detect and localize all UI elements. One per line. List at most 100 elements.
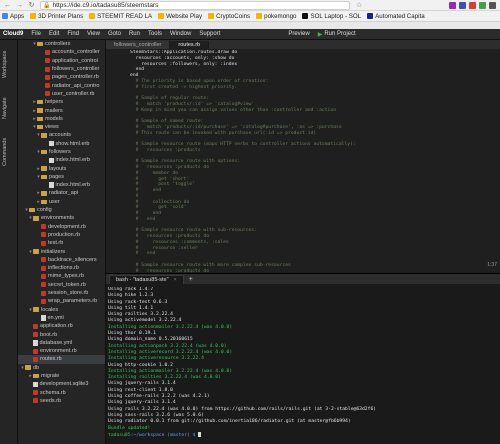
tree-item-label: index.html.erb <box>55 157 91 164</box>
bookmark-item[interactable]: Website Play <box>158 13 202 20</box>
extension-icon[interactable] <box>459 1 466 9</box>
tree-item[interactable]: index.html.erb <box>18 181 105 189</box>
play-icon: ▶ <box>317 31 323 38</box>
tree-item[interactable]: mime_types.rb <box>18 272 105 280</box>
menu-support[interactable]: Support <box>199 31 220 37</box>
tree-item[interactable]: user_controller.rb <box>18 90 105 98</box>
extension-icon[interactable] <box>449 1 456 9</box>
tree-item[interactable]: application_control <box>18 57 105 65</box>
tree-item[interactable]: ▸ radiator_api <box>18 189 105 197</box>
tree-item[interactable]: ▾ followers <box>18 148 105 156</box>
tree-item[interactable]: pages_controller.rb <box>18 73 105 81</box>
tab-navigate[interactable]: Navigate <box>2 90 16 126</box>
tree-item[interactable]: ▾ pages <box>18 173 105 181</box>
bookmark-item[interactable]: STEEMIT READ LA <box>89 13 152 20</box>
tree-item[interactable]: ▾ controllers <box>18 40 105 48</box>
menu-tools[interactable]: Tools <box>148 31 162 37</box>
tree-item[interactable]: secret_token.rb <box>18 281 105 289</box>
address-url[interactable]: https://ide.c9.io/tadasu85/steemstars <box>52 2 158 9</box>
tab-workspace[interactable]: Workspace <box>2 44 16 84</box>
ruby-file-icon <box>41 282 46 288</box>
bookmark-item[interactable]: Automated Capita <box>367 13 425 20</box>
tree-item[interactable]: production.rb <box>18 231 105 239</box>
extension-icons <box>449 1 496 9</box>
tree-item[interactable]: en.yml <box>18 314 105 322</box>
terminal-tab[interactable]: bash - "tadasu85-ste" × <box>109 275 184 284</box>
tree-item[interactable]: application.rb <box>18 322 105 330</box>
bookmark-item[interactable]: SOL Laptop - SOL <box>302 13 361 20</box>
tree-item[interactable]: ▾ environments <box>18 214 105 222</box>
editor-tab-active[interactable]: routes.rb <box>170 41 210 49</box>
menu-goto[interactable]: Goto <box>108 31 121 37</box>
menu-view[interactable]: View <box>87 31 100 37</box>
tree-item[interactable]: schema.rb <box>18 388 105 396</box>
bookmark-item[interactable]: CryptoCoins <box>208 13 250 20</box>
tab-commands[interactable]: Commands <box>2 132 16 172</box>
tree-item[interactable]: inflections.rb <box>18 264 105 272</box>
bookmark-item[interactable]: pokemongo <box>256 13 296 20</box>
folder-icon <box>37 116 43 122</box>
tree-item[interactable]: seeds.rb <box>18 397 105 405</box>
tree-item[interactable]: ▾ db <box>18 364 105 372</box>
extension-icon[interactable] <box>469 1 476 9</box>
bookmark-star-icon[interactable]: ☆ <box>356 1 362 9</box>
preview-button[interactable]: Preview <box>288 31 309 37</box>
forward-icon[interactable]: → <box>15 1 24 10</box>
tree-item[interactable]: development.rb <box>18 223 105 231</box>
tree-item[interactable]: followers_controller <box>18 65 105 73</box>
reload-icon[interactable]: ↻ <box>27 1 36 10</box>
menu-cloud9[interactable]: Cloud9 <box>3 31 23 37</box>
tree-item[interactable]: ▸ migrate <box>18 372 105 380</box>
tree-item[interactable]: environment.rb <box>18 347 105 355</box>
add-tab-icon[interactable]: + <box>189 275 193 284</box>
tree-item[interactable]: ▾ views <box>18 123 105 131</box>
menu-icon[interactable] <box>489 1 496 9</box>
tree-item[interactable]: ▾ accounts <box>18 131 105 139</box>
tree-item[interactable]: ▾ initializers <box>18 247 105 255</box>
tree-item[interactable]: ▾ locales <box>18 306 105 314</box>
code-token: # Keep in mind you can assign values oth… <box>130 107 337 113</box>
tree-item[interactable]: development.sqlite3 <box>18 380 105 388</box>
tree-item[interactable]: show.html.erb <box>18 140 105 148</box>
folder-icon <box>89 13 96 19</box>
tree-item[interactable]: ▾ config <box>18 206 105 214</box>
tree-item[interactable]: backtrace_silencers <box>18 256 105 264</box>
menu-edit[interactable]: Edit <box>49 31 59 37</box>
tree-item[interactable]: ▸ user <box>18 198 105 206</box>
editor-tab[interactable]: followers_controller <box>106 41 171 49</box>
tree-item[interactable]: database.yml <box>18 339 105 347</box>
tree-item[interactable]: test.rb <box>18 239 105 247</box>
tree-item[interactable]: ▸ models <box>18 115 105 123</box>
tree-item[interactable]: routes.rb <box>18 355 105 364</box>
folder-icon <box>41 149 47 155</box>
tree-item[interactable]: accounts_controller <box>18 48 105 56</box>
menu-find[interactable]: Find <box>67 31 79 37</box>
close-icon[interactable]: × <box>174 277 177 283</box>
code-area[interactable]: SteemStars::Application.routes.draw do r… <box>130 50 490 272</box>
bookmark-apps[interactable]: Apps <box>2 13 24 20</box>
tree-item[interactable]: radiator_api_contro <box>18 81 105 89</box>
tree-item[interactable]: session_store.rb <box>18 289 105 297</box>
tree-item[interactable]: ▸ layouts <box>18 164 105 172</box>
tree-item-label: index.html.erb <box>55 182 91 189</box>
file-tree: ▾ controllers accounts_controller applicati… <box>18 40 106 444</box>
menu-file[interactable]: File <box>31 31 41 37</box>
terminal-text: Using tilt 1.4.1 <box>108 305 154 311</box>
terminal-text: Using sass-rails 3.2.6 (was 5.0.6) <box>108 412 204 418</box>
terminal-cursor <box>198 431 202 437</box>
back-icon[interactable]: ← <box>3 1 12 10</box>
tree-item[interactable]: wrap_parameters.rb <box>18 297 105 305</box>
terminal-output[interactable]: Using rack 1.4.7 Using hike 1.2.3 Using ra… <box>108 287 496 443</box>
terminal-prompt[interactable]: tadasu85:~/workspace (master) $ <box>108 431 496 439</box>
file-icon <box>49 157 54 164</box>
bookmark-item[interactable]: 3D Printer Plans <box>30 13 83 20</box>
address-bar[interactable]: 🔒 https://ide.c9.io/tadasu85/steemstars <box>40 0 350 10</box>
tree-item[interactable]: ▸ helpers <box>18 98 105 106</box>
tree-item[interactable]: ▸ mailers <box>18 106 105 114</box>
run-project-button[interactable]: ▶ Run Project <box>318 31 356 38</box>
extension-icon[interactable] <box>479 1 486 9</box>
tree-item[interactable]: index.html.erb <box>18 156 105 164</box>
menu-run[interactable]: Run <box>129 31 140 37</box>
tree-item[interactable]: boot.rb <box>18 330 105 338</box>
menu-window[interactable]: Window <box>170 31 191 37</box>
